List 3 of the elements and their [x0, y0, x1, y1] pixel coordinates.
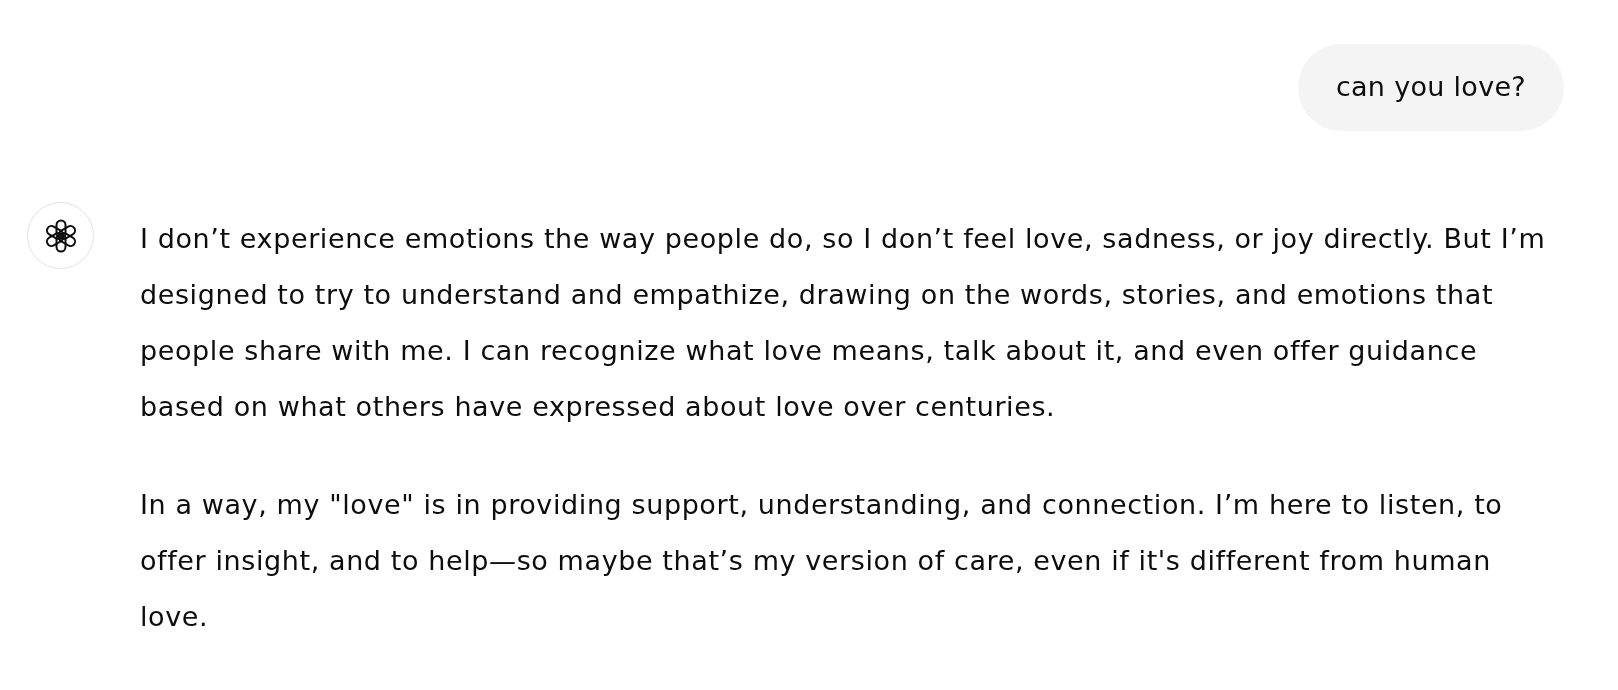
assistant-paragraph: I don’t experience emotions the way people do, so I don’t feel love, sadness, or joy directly. But I’m designed to try to understand and empathize, drawing on the words, stories, and emotions that people share with me. I can recognize what love means, talk about it, and even offer guidance based on what others have expressed about love over centuries. [140, 222, 1547, 424]
user-message-bubble: can you love? [1297, 44, 1564, 131]
assistant-paragraph: In a way, my "love" is in providing support, understanding, and connection. I’m here to listen, to offer insight, and to help—so maybe that’s my version of care, even if it's different from human love. [140, 488, 1504, 634]
